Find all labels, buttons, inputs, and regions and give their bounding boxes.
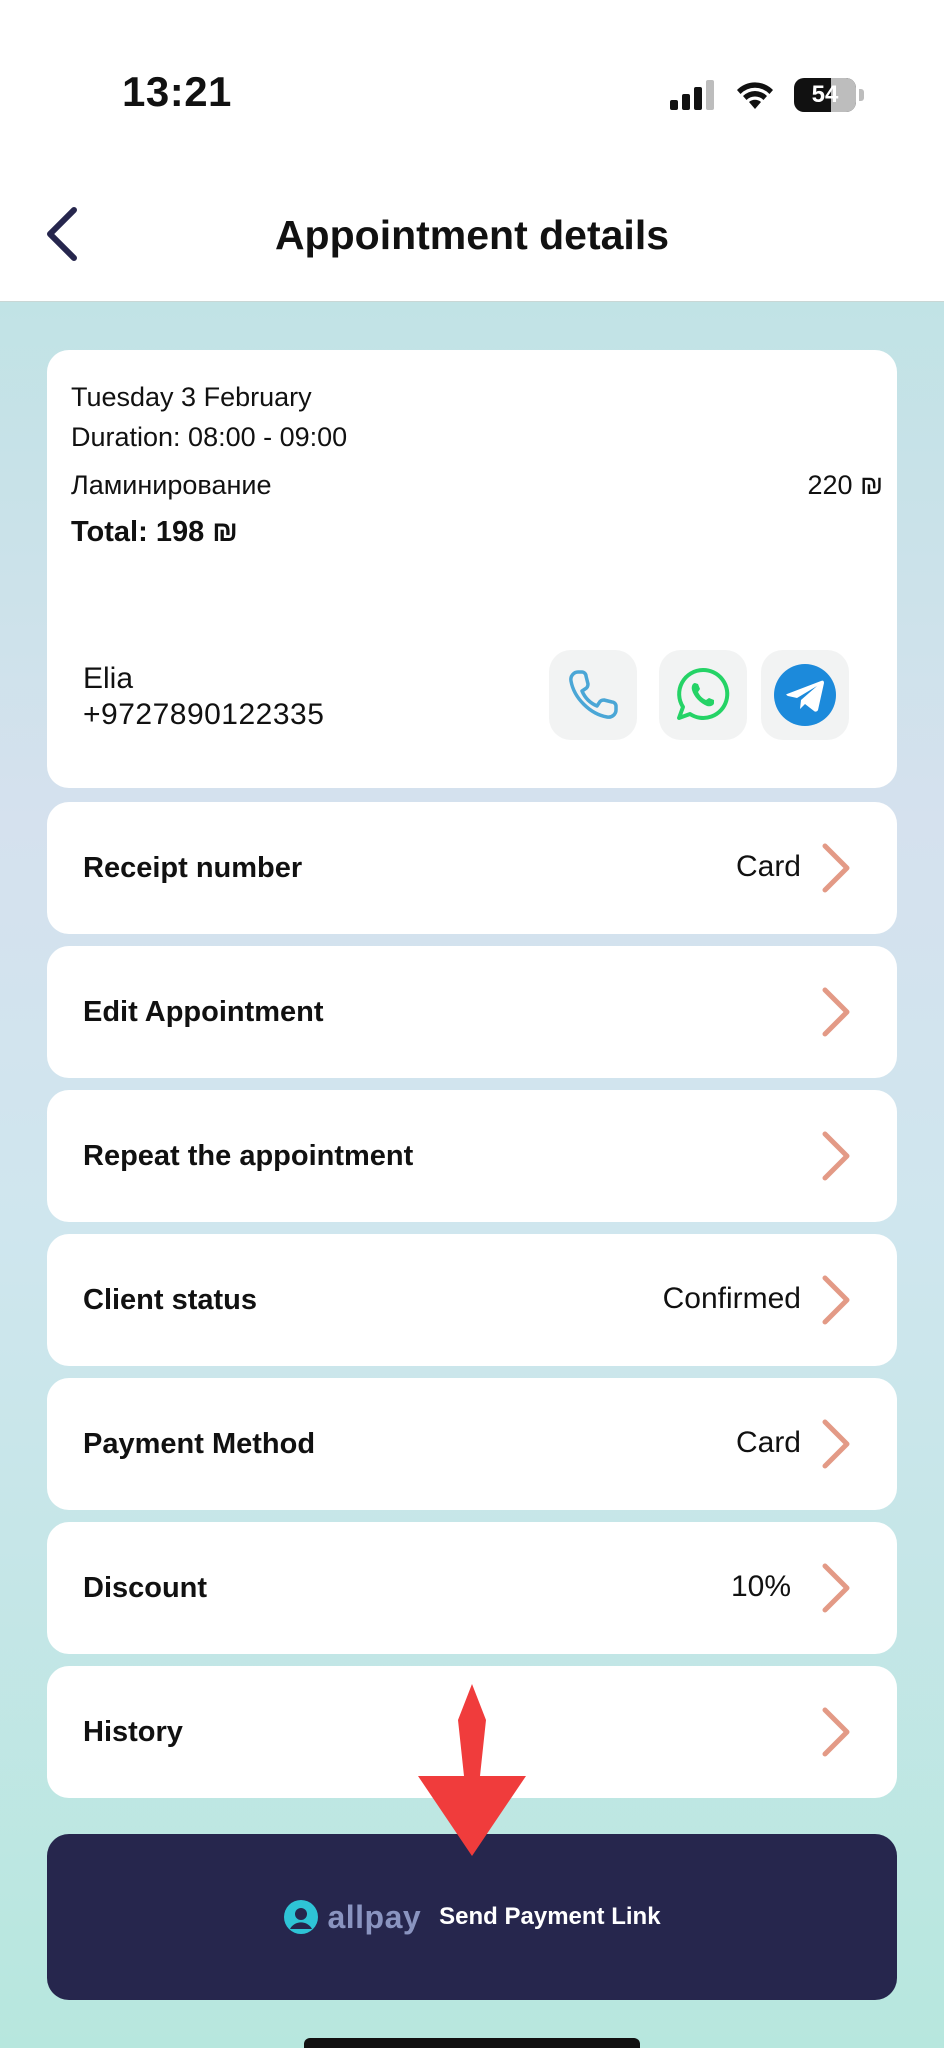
row-label: History — [83, 1716, 183, 1748]
telegram-button[interactable] — [761, 650, 849, 740]
payment-method-row[interactable]: Payment Method Card — [47, 1378, 897, 1510]
row-value: Card — [735, 1426, 801, 1459]
phone-icon — [569, 670, 618, 719]
navigation-bar: Appointment details — [0, 150, 944, 302]
signal-icon — [670, 80, 714, 110]
wifi-icon — [737, 82, 773, 109]
status-time: 13:21 — [122, 68, 232, 115]
allpay-brand: allpay — [327, 1898, 422, 1935]
appointment-date: Tuesday 3 February — [71, 382, 312, 412]
appointment-summary-card: Tuesday 3 February Duration: 08:00 - 09:… — [47, 350, 897, 788]
chevron-right-icon — [822, 987, 850, 1037]
service-price: 220 ₪ — [807, 470, 883, 500]
chevron-right-icon — [822, 1707, 850, 1757]
whatsapp-icon — [677, 667, 730, 720]
battery-level: 54 — [811, 81, 839, 108]
client-name: Elia — [83, 662, 134, 695]
status-bar: 13:21 54 — [0, 0, 944, 150]
send-payment-link-label: Send Payment Link — [439, 1903, 661, 1930]
row-value: Confirmed — [662, 1282, 801, 1315]
whatsapp-button[interactable] — [659, 650, 747, 740]
chevron-right-icon — [822, 1563, 850, 1613]
client-phone: +9727890122335 — [83, 698, 325, 731]
client-status-row[interactable]: Client status Confirmed — [47, 1234, 897, 1366]
chevron-right-icon — [822, 1275, 850, 1325]
row-label: Repeat the appointment — [83, 1140, 414, 1172]
row-label: Receipt number — [83, 852, 303, 884]
service-name: Ламинирование — [71, 470, 272, 500]
chevron-right-icon — [822, 1419, 850, 1469]
row-label: Edit Appointment — [83, 996, 324, 1028]
annotation-arrow-icon — [418, 1684, 526, 1856]
repeat-appointment-row[interactable]: Repeat the appointment — [47, 1090, 897, 1222]
page-title: Appointment details — [274, 212, 670, 258]
edit-appointment-row[interactable]: Edit Appointment — [47, 946, 897, 1078]
chevron-right-icon — [822, 1131, 850, 1181]
appointment-total: Total: 198 ₪ — [71, 516, 238, 548]
status-icons: 54 — [670, 78, 864, 112]
call-button[interactable] — [549, 650, 637, 740]
row-label: Client status — [83, 1284, 258, 1316]
row-value: 10% — [730, 1570, 791, 1603]
receipt-number-row[interactable]: Receipt number Card — [47, 802, 897, 934]
appointment-duration: Duration: 08:00 - 09:00 — [71, 422, 348, 452]
allpay-logo-icon — [284, 1900, 319, 1934]
row-value: Card — [735, 850, 801, 883]
row-label: Payment Method — [83, 1428, 316, 1460]
telegram-icon — [774, 664, 836, 726]
battery-icon: 54 — [794, 78, 864, 112]
allpay-logo: allpay — [283, 1899, 421, 1936]
row-label: Discount — [83, 1572, 208, 1604]
discount-row[interactable]: Discount 10% — [47, 1522, 897, 1654]
chevron-right-icon — [822, 843, 850, 893]
home-indicator[interactable] — [304, 2038, 640, 2048]
